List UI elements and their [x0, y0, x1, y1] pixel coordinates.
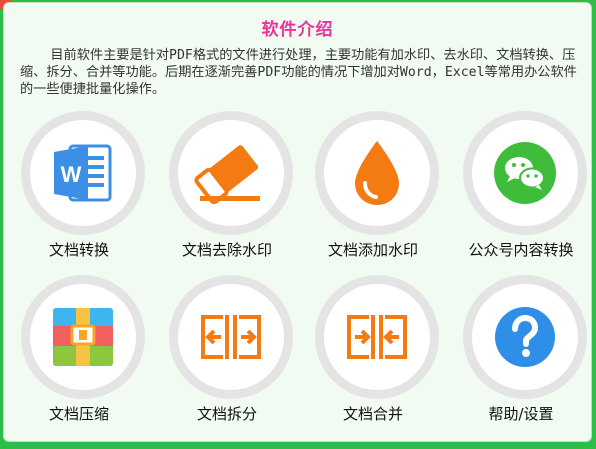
feature-doc-split[interactable]: 文档拆分 [162, 275, 293, 425]
help-icon [472, 284, 578, 390]
water-drop-icon [324, 120, 430, 226]
feature-label: 文档合并 [342, 405, 403, 423]
feature-ring [463, 111, 587, 235]
feature-label: 文档去除水印 [181, 241, 272, 259]
feature-ring [315, 275, 439, 399]
feature-add-watermark[interactable]: 文档添加水印 [308, 111, 439, 261]
merge-icon [324, 284, 430, 390]
feature-ring [21, 275, 145, 399]
feature-label: 文档转换 [48, 241, 109, 259]
feature-doc-merge[interactable]: 文档合并 [308, 275, 439, 425]
feature-remove-watermark[interactable]: 文档去除水印 [162, 111, 293, 261]
feature-wechat-convert[interactable]: 公众号内容转换 [456, 111, 587, 261]
eraser-icon [178, 120, 284, 226]
word-document-icon: W [30, 120, 136, 226]
intro-panel: 软件介绍 目前软件主要是针对PDF格式的文件进行处理，主要功能有加水印、去水印、… [3, 2, 592, 442]
feature-label: 文档压缩 [48, 405, 109, 423]
feature-label: 文档拆分 [196, 405, 257, 423]
feature-help-settings[interactable]: 帮助/设置 [456, 275, 587, 425]
wechat-icon [472, 120, 578, 226]
feature-ring [169, 111, 293, 235]
split-icon [178, 284, 284, 390]
svg-text:W: W [61, 162, 82, 187]
feature-ring: W [21, 111, 145, 235]
archive-box-icon [30, 284, 136, 390]
feature-label: 公众号内容转换 [468, 241, 574, 259]
intro-text: 目前软件主要是针对PDF格式的文件进行处理，主要功能有加水印、去水印、文档转换、… [20, 48, 577, 97]
feature-label: 文档添加水印 [327, 241, 418, 259]
panel-title: 软件介绍 [261, 20, 334, 40]
feature-label: 帮助/设置 [488, 405, 554, 423]
feature-ring [315, 111, 439, 235]
feature-doc-convert[interactable]: W 文档转换 [14, 111, 145, 261]
feature-ring [169, 275, 293, 399]
feature-doc-compress[interactable]: 文档压缩 [14, 275, 145, 425]
feature-ring [463, 275, 587, 399]
